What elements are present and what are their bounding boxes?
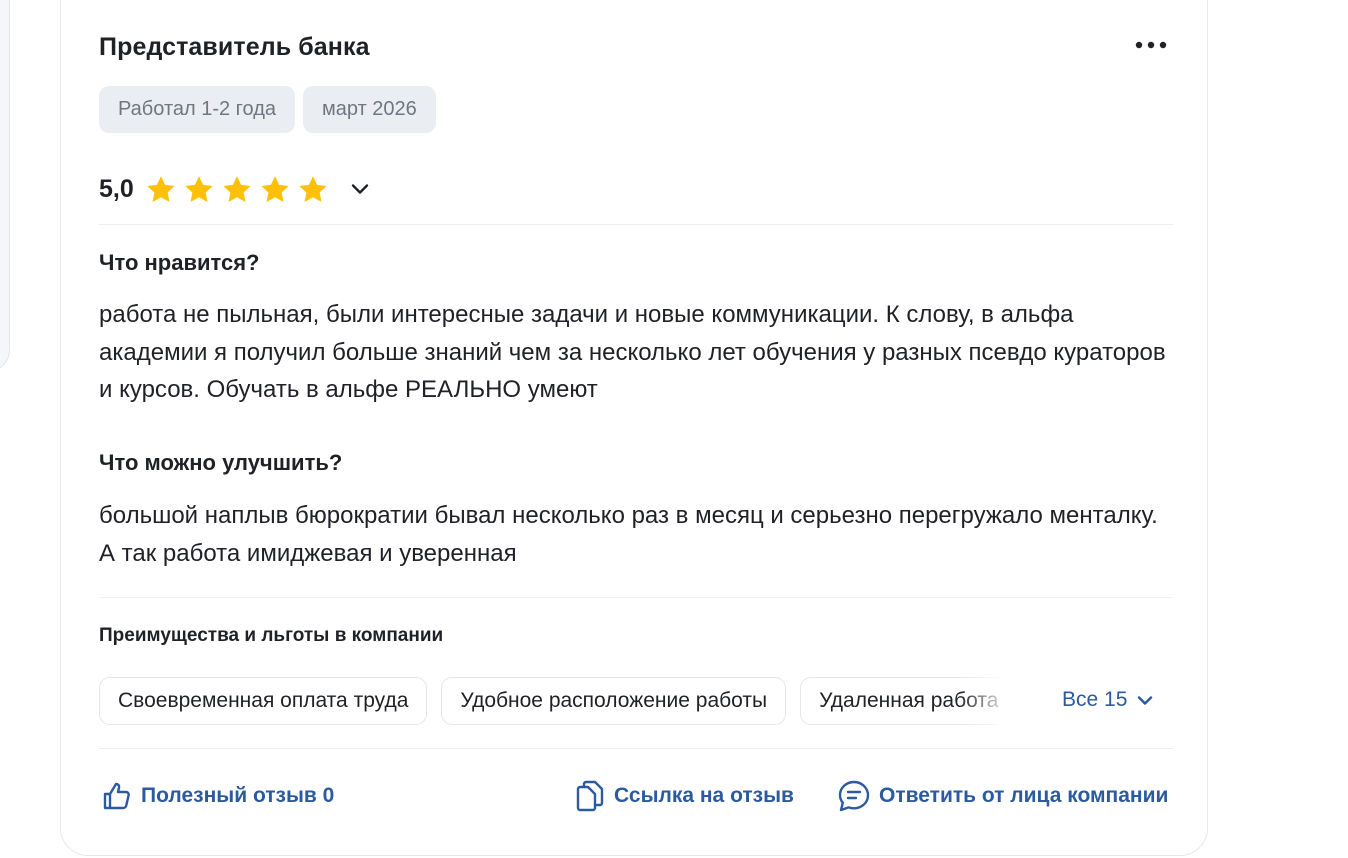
chevron-down-icon	[1138, 695, 1153, 705]
chevron-down-icon	[351, 184, 368, 194]
copy-link-button[interactable]: Ссылка на отзыв	[574, 776, 794, 816]
more-dots-icon	[1135, 41, 1167, 49]
benefits-chips: Своевременная оплата труда Удобное распо…	[99, 677, 999, 727]
chat-bubble-icon	[838, 780, 870, 812]
helpful-label: Полезный отзыв 0	[141, 784, 335, 807]
improve-text: большой наплыв бюрократии бывал нескольк…	[99, 502, 1158, 567]
previous-panel-edge	[0, 0, 10, 372]
helpful-button[interactable]: Полезный отзыв 0	[101, 776, 334, 816]
copy-link-label: Ссылка на отзыв	[614, 784, 794, 807]
tag-date: март 2026	[303, 86, 436, 133]
rating-stars	[146, 175, 328, 204]
review-tags: Работал 1-2 года март 2026	[99, 86, 436, 133]
expand-rating-button[interactable]	[348, 177, 372, 201]
tag-experience: Работал 1-2 года	[99, 86, 296, 133]
star-icon	[184, 175, 214, 204]
likes-heading: Что нравится?	[99, 250, 260, 275]
thumbs-up-icon	[103, 782, 130, 810]
rating-value: 5,0	[99, 174, 134, 203]
star-icon	[146, 175, 176, 204]
reply-label: Ответить от лица компании	[879, 784, 1169, 807]
chips-fade	[959, 677, 1019, 727]
more-options-button[interactable]	[1129, 30, 1173, 60]
star-icon	[222, 175, 252, 204]
divider	[99, 597, 1173, 598]
star-icon	[298, 175, 328, 204]
benefit-chip[interactable]: Удобное расположение работы	[441, 677, 787, 725]
review-actions: Полезный отзыв 0 Ссылка на отзыв Ответит…	[99, 776, 1173, 816]
divider	[99, 748, 1173, 749]
star-icon	[260, 175, 290, 204]
rating-row: 5,0	[99, 170, 372, 208]
show-all-label: Все 15	[1062, 688, 1128, 711]
review-title: Представитель банка	[99, 33, 370, 61]
benefits-heading: Преимущества и льготы в компании	[99, 625, 444, 646]
improve-heading: Что можно улучшить?	[99, 450, 343, 475]
benefit-chip[interactable]: Своевременная оплата труда	[99, 677, 428, 725]
show-all-benefits-button[interactable]: Все 15	[1062, 688, 1153, 712]
review-content: Представитель банка Работал 1-2 года мар…	[99, 0, 1173, 858]
reply-as-company-button[interactable]: Ответить от лица компании	[837, 776, 1168, 816]
divider	[99, 224, 1173, 225]
likes-text: работа не пыльная, были интересные задач…	[99, 301, 1166, 403]
copy-link-icon	[576, 780, 604, 812]
